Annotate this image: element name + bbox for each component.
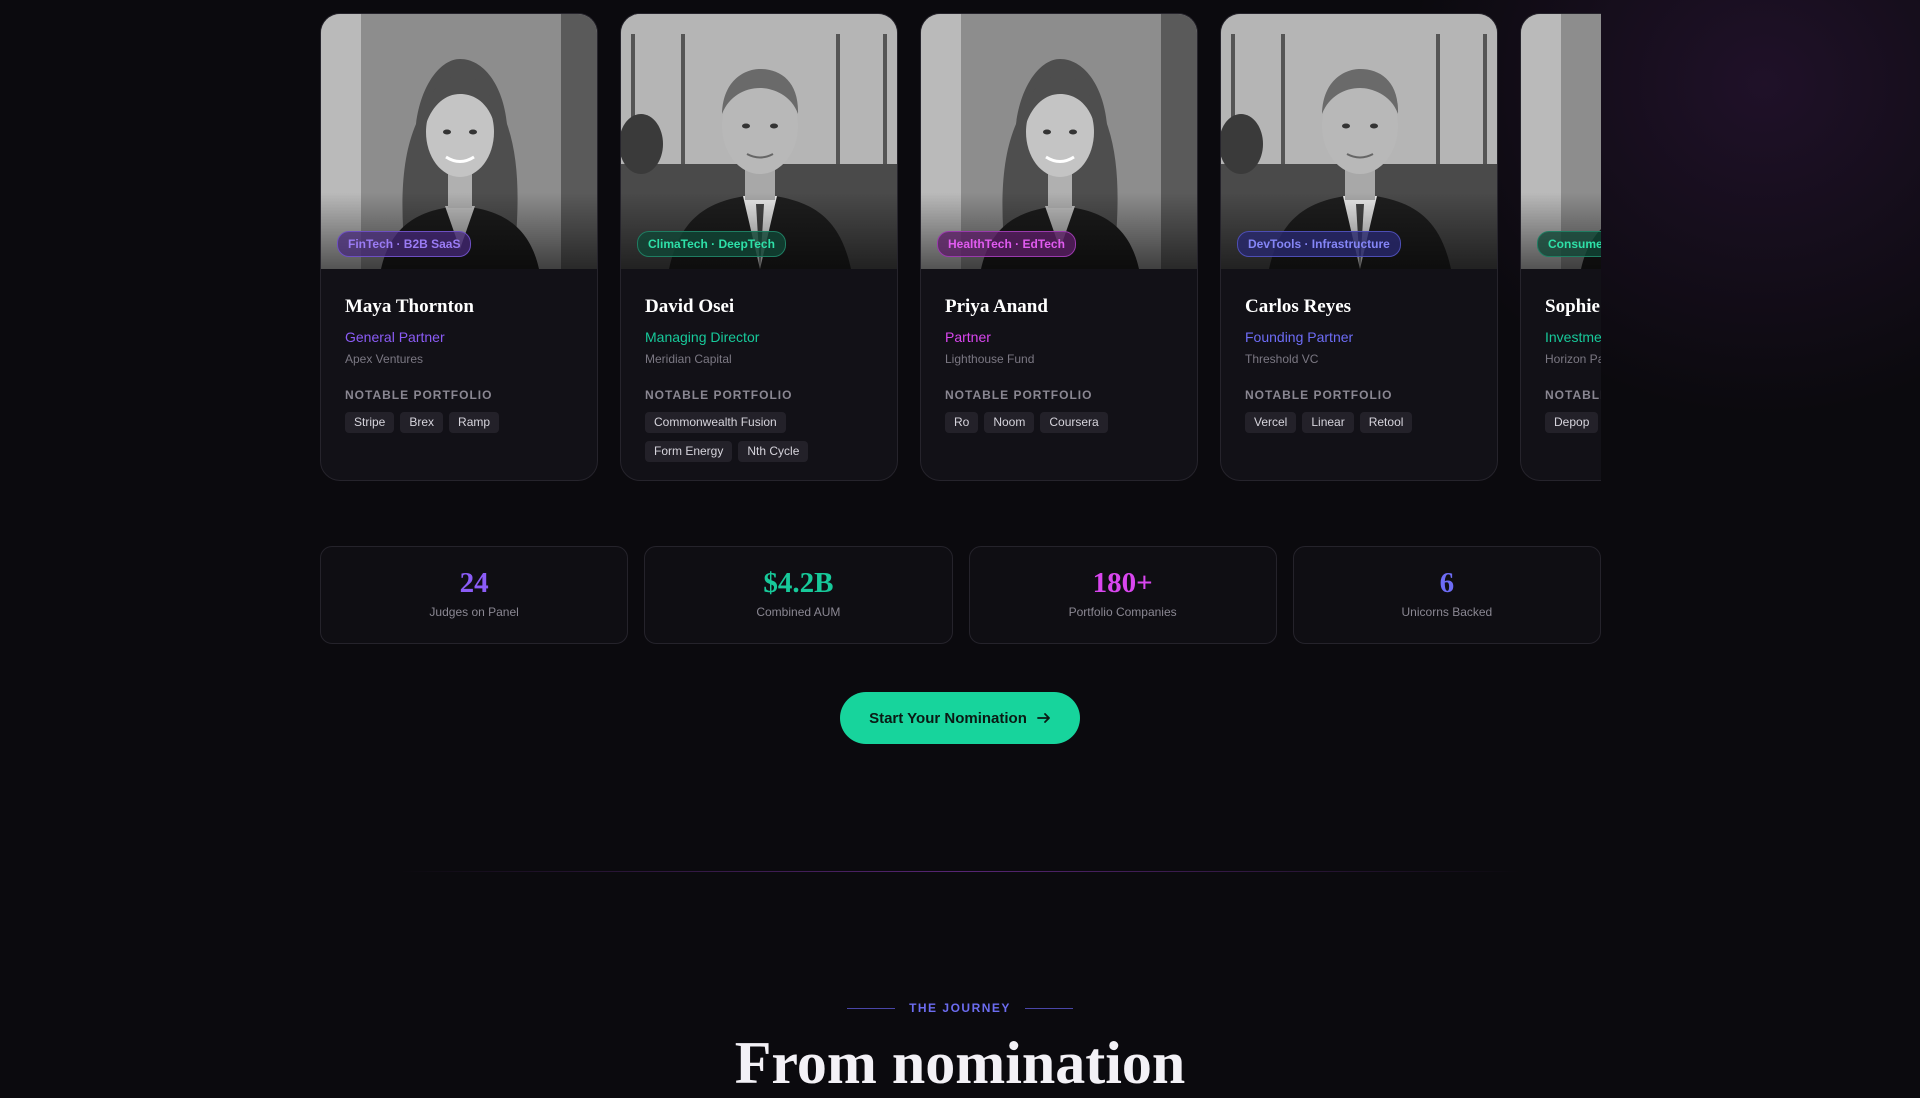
stats-row: 24 Judges on Panel $4.2B Combined AUM 180+ Po…	[320, 546, 1601, 644]
portfolio-label: NOTABLE PORTFOLIO	[645, 388, 793, 402]
portfolio-chip: Coursera	[1040, 412, 1108, 433]
start-nomination-button[interactable]: Start Your Nomination	[840, 692, 1080, 744]
judge-card[interactable]: FinTech · B2B SaaS Maya Thornton General P…	[320, 13, 598, 481]
eyebrow-line-left	[847, 1007, 896, 1009]
judge-photo: FinTech · B2B SaaS	[321, 14, 597, 269]
stat-value: $4.2B	[763, 567, 834, 599]
stat-value: 6	[1439, 567, 1455, 599]
portfolio-chip: Brex	[400, 412, 444, 433]
portfolio-chip: Noom	[984, 412, 1035, 433]
judge-name: Carlos Reyes	[1245, 296, 1352, 317]
judge-role: Investme	[1545, 329, 1601, 345]
portfolio-chip: Form Energy	[645, 441, 733, 462]
journey-title: From nomination	[734, 1030, 1186, 1096]
portfolio-chips: Depop	[1545, 412, 1601, 433]
eyebrow-text: THE JOURNEY	[909, 1001, 1011, 1015]
portfolio-label: NOTABLE PORTFOLIO	[945, 388, 1093, 402]
judge-name: Sophie	[1545, 296, 1600, 317]
sector-tag: HealthTech · EdTech	[937, 231, 1076, 257]
judge-name: Priya Anand	[945, 296, 1048, 317]
judge-firm: Threshold VC	[1245, 352, 1319, 366]
judge-role: Founding Partner	[1245, 329, 1354, 345]
judge-info: Maya Thornton General Partner Apex Venture…	[321, 269, 597, 433]
judge-info: Sophie Investme Horizon Pa NOTABLI Depop	[1521, 269, 1601, 433]
stat-label: Unicorns Backed	[1401, 605, 1493, 619]
portfolio-chip: Depop	[1545, 412, 1599, 433]
portfolio-label: NOTABLI	[1545, 388, 1601, 402]
judge-card[interactable]: DevTools · Infrastructure Carlos Reyes Fou…	[1220, 13, 1498, 481]
portfolio-chips: Commonwealth Fusion Form Energy Nth Cycle	[645, 412, 873, 462]
portfolio-chips: Vercel Linear Retool	[1245, 412, 1473, 433]
judge-firm: Apex Ventures	[345, 352, 424, 366]
portfolio-chip: Retool	[1359, 412, 1413, 433]
judge-name: Maya Thornton	[345, 296, 474, 317]
judge-firm: Meridian Capital	[645, 352, 732, 366]
sector-tag: Consume	[1537, 231, 1601, 257]
judge-firm: Horizon Pa	[1545, 352, 1601, 366]
judge-photo: Consume	[1521, 14, 1601, 269]
stat-label: Portfolio Companies	[1068, 605, 1177, 619]
judge-info: Carlos Reyes Founding Partner Threshold VC…	[1221, 269, 1497, 433]
judge-role: General Partner	[345, 329, 445, 345]
judge-card[interactable]: HealthTech · EdTech Priya Anand Partner Lig…	[920, 13, 1198, 481]
stat-label: Combined AUM	[756, 605, 841, 619]
sector-tag: ClimaTech · DeepTech	[637, 231, 786, 257]
journey-eyebrow: THE JOURNEY	[0, 1001, 1920, 1015]
stat-card: 180+ Portfolio Companies	[968, 546, 1277, 644]
judge-role: Partner	[945, 329, 991, 345]
judge-firm: Lighthouse Fund	[945, 352, 1035, 366]
judge-name: David Osei	[645, 296, 735, 317]
portfolio-chip: Stripe	[345, 412, 395, 433]
judge-photo: ClimaTech · DeepTech	[621, 14, 897, 269]
judges-track: FinTech · B2B SaaS Maya Thornton General P…	[320, 13, 1601, 483]
portfolio-chip: Ro	[945, 412, 979, 433]
portfolio-chip: Ramp	[449, 412, 500, 433]
judge-info: Priya Anand Partner Lighthouse Fund NOTABLE…	[921, 269, 1197, 433]
sector-tag: FinTech · B2B SaaS	[337, 231, 472, 257]
portfolio-chip: Vercel	[1245, 412, 1297, 433]
judge-photo: DevTools · Infrastructure	[1221, 14, 1497, 269]
portfolio-chip: Nth Cycle	[738, 441, 809, 462]
section-divider	[400, 871, 1520, 872]
portfolio-chip: Linear	[1302, 412, 1354, 433]
stat-label: Judges on Panel	[429, 605, 519, 619]
portfolio-chips: Ro Noom Coursera	[945, 412, 1173, 433]
judge-card[interactable]: Consume Sophie Investme Horizon Pa NOTABLI De…	[1520, 13, 1601, 481]
stat-card: $4.2B Combined AUM	[644, 546, 953, 644]
portfolio-label: NOTABLE PORTFOLIO	[345, 388, 493, 402]
cta-label: Start Your Nomination	[869, 709, 1027, 727]
portfolio-label: NOTABLE PORTFOLIO	[1245, 388, 1393, 402]
judge-card[interactable]: ClimaTech · DeepTech David Osei Managing D…	[620, 13, 898, 481]
eyebrow-line-right	[1024, 1007, 1073, 1009]
sector-tag: DevTools · Infrastructure	[1237, 231, 1401, 257]
arrow-right-icon	[1036, 713, 1050, 723]
stat-card: 24 Judges on Panel	[320, 546, 629, 644]
portfolio-chips: Stripe Brex Ramp	[345, 412, 573, 433]
judge-role: Managing Director	[645, 329, 760, 345]
portfolio-chip: Commonwealth Fusion	[645, 412, 786, 433]
stat-card: 6 Unicorns Backed	[1292, 546, 1601, 644]
judge-photo: HealthTech · EdTech	[921, 14, 1197, 269]
judge-info: David Osei Managing Director Meridian Capi…	[621, 269, 897, 462]
stat-value: 24	[459, 567, 489, 599]
stat-value: 180+	[1092, 567, 1153, 599]
judges-carousel[interactable]: FinTech · B2B SaaS Maya Thornton General P…	[320, 13, 1601, 483]
